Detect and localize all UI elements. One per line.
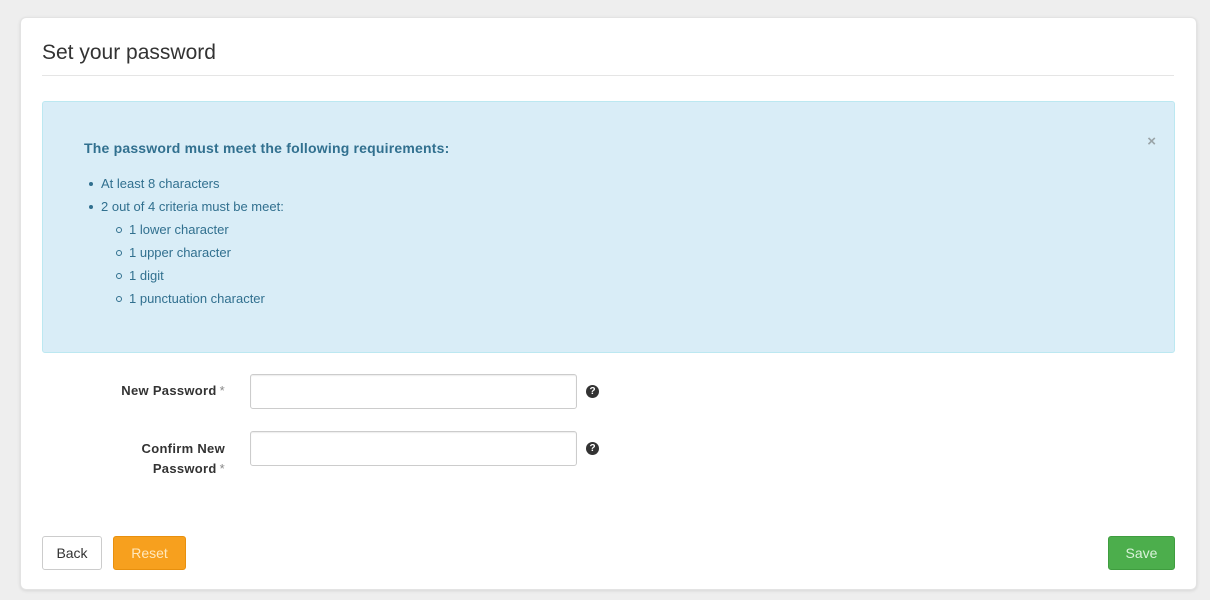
criteria-item: 1 punctuation character <box>115 287 284 310</box>
close-icon[interactable]: × <box>1147 134 1156 149</box>
confirm-password-input[interactable] <box>250 431 577 466</box>
requirements-list: At least 8 characters 2 out of 4 criteri… <box>87 172 284 310</box>
title-divider <box>42 75 1174 76</box>
required-marker: * <box>219 461 225 476</box>
new-password-label: New Password * <box>35 381 225 401</box>
page-title: Set your password <box>42 41 216 64</box>
requirements-alert: The password must meet the following req… <box>42 101 1175 353</box>
list-item: At least 8 characters <box>87 172 284 195</box>
new-password-label-text: New Password <box>121 383 217 398</box>
back-button[interactable]: Back <box>42 536 102 570</box>
criteria-item: 1 digit <box>115 264 284 287</box>
new-password-input[interactable] <box>250 374 577 409</box>
list-item: 2 out of 4 criteria must be meet: 1 lowe… <box>87 195 284 310</box>
question-circle-icon[interactable]: ? <box>586 442 599 455</box>
confirm-password-label: Confirm New Password * <box>35 439 225 479</box>
confirm-password-label-line2-wrap: Password * <box>35 459 225 479</box>
save-button[interactable]: Save <box>1108 536 1175 570</box>
confirm-password-label-line1: Confirm New <box>141 441 225 456</box>
list-item-label: 2 out of 4 criteria must be meet: <box>101 199 284 214</box>
confirm-password-label-line2: Password <box>152 461 217 476</box>
criteria-item: 1 lower character <box>115 218 284 241</box>
alert-heading: The password must meet the following req… <box>84 140 450 156</box>
required-marker: * <box>219 383 225 398</box>
criteria-list: 1 lower character 1 upper character 1 di… <box>115 218 284 310</box>
criteria-item: 1 upper character <box>115 241 284 264</box>
reset-button[interactable]: Reset <box>113 536 186 570</box>
question-circle-icon[interactable]: ? <box>586 385 599 398</box>
password-panel: Set your password The password must meet… <box>20 17 1197 590</box>
